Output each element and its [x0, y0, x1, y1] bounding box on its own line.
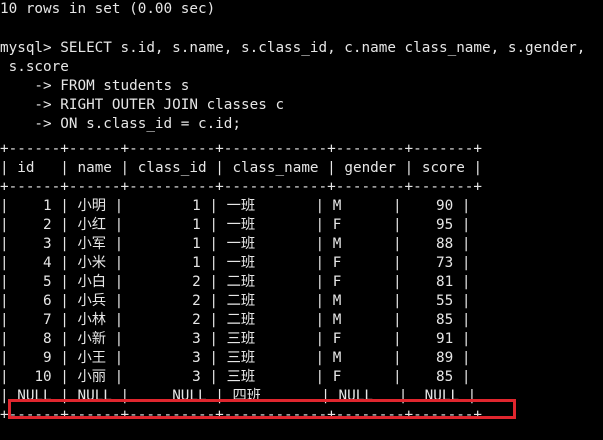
cell-id: 3 [43, 236, 52, 252]
cell-gender: M [332, 293, 342, 309]
cell-id: 4 [43, 255, 52, 271]
cell-class_id: 1 [192, 198, 201, 214]
table-row: | 2 | 小红 | 1 | 一班 | F | 95 | [0, 217, 471, 233]
table-row: | 9 | 小王 | 3 | 三班 | M | 89 | [0, 350, 471, 366]
query-line-5: -> ON s.class_id = c.id; [0, 116, 242, 132]
cell-name: 小新 [77, 331, 107, 347]
table-row: | 6 | 小兵 | 2 | 二班 | M | 55 | [0, 293, 471, 309]
cell-score: 81 [436, 274, 454, 290]
table-header-row: | id | name | class_id | class_name | ge… [0, 160, 483, 176]
cell-class_name: 二班 [226, 274, 256, 290]
cell-class_id: 1 [192, 236, 201, 252]
query-line-1: mysql> SELECT s.id, s.name, s.class_id, … [0, 40, 586, 56]
column-header-id: id [17, 160, 35, 176]
cell-name: 小林 [77, 312, 107, 328]
cell-class_name: 二班 [226, 293, 256, 309]
column-header-name: name [77, 160, 112, 176]
table-row: | 10 | 小丽 | 3 | 三班 | F | 85 | [0, 369, 471, 385]
cell-class_name: 一班 [226, 217, 256, 233]
cell-id: 5 [43, 274, 52, 290]
cell-class_name: 三班 [226, 350, 256, 366]
cell-name: NULL [77, 388, 112, 404]
cell-class_id: 2 [192, 274, 201, 290]
cell-class_id: 3 [192, 369, 201, 385]
cell-class_id: 2 [192, 293, 201, 309]
cell-gender: M [332, 236, 342, 252]
cell-id: 2 [43, 217, 52, 233]
query-line-2: s.score [0, 59, 69, 75]
cell-class_name: 一班 [226, 255, 256, 271]
result-table: +------+------+----------+------------+-… [0, 140, 482, 425]
cell-id: 10 [34, 369, 52, 385]
cell-score: 89 [436, 350, 454, 366]
cell-name: 小军 [77, 236, 107, 252]
cell-score: 90 [436, 198, 454, 214]
cell-score: 91 [436, 331, 454, 347]
table-row: | 1 | 小明 | 1 | 一班 | M | 90 | [0, 198, 471, 214]
table-row: | 3 | 小军 | 1 | 一班 | M | 88 | [0, 236, 471, 252]
cell-id: 7 [43, 312, 52, 328]
cell-class_id: 3 [192, 331, 201, 347]
cell-name: 小王 [77, 350, 107, 366]
table-row: | 5 | 小白 | 2 | 二班 | F | 81 | [0, 274, 471, 290]
cell-gender: F [332, 274, 342, 290]
query-line-4: -> RIGHT OUTER JOIN classes c [0, 97, 285, 113]
cell-gender: F [332, 255, 342, 271]
cell-score: NULL [424, 388, 460, 404]
column-header-score: score [421, 160, 465, 176]
cell-score: 85 [436, 312, 454, 328]
cell-gender: M [332, 312, 342, 328]
cell-name: 小明 [77, 198, 107, 214]
cell-score: 55 [436, 293, 454, 309]
cell-name: 小米 [77, 255, 107, 271]
cell-gender: NULL [338, 388, 373, 404]
cell-name: 小红 [77, 217, 107, 233]
cell-gender: F [332, 217, 342, 233]
table-row: | 7 | 小林 | 2 | 二班 | M | 85 | [0, 312, 471, 328]
query-line-3: -> FROM students s [0, 78, 190, 94]
cell-score: 95 [436, 217, 454, 233]
column-header-gender: gender [344, 160, 397, 176]
cell-id: 1 [43, 198, 52, 214]
cell-gender: F [332, 331, 342, 347]
cell-class_name: 二班 [226, 312, 256, 328]
result-summary: 10 rows in set (0.00 sec) [0, 1, 216, 17]
cell-class_id: 3 [192, 350, 201, 366]
cell-score: 85 [436, 369, 454, 385]
table-border-header: +------+------+----------+------------+-… [0, 179, 483, 195]
table-row: | NULL | NULL | NULL | 四班 | NULL | NULL … [0, 388, 477, 404]
table-row: | 8 | 小新 | 3 | 三班 | F | 91 | [0, 331, 471, 347]
column-header-class_name: class_name [232, 160, 319, 176]
terminal-window[interactable]: 10 rows in set (0.00 sec) mysql> SELECT … [0, 0, 603, 440]
cell-id: 6 [43, 293, 52, 309]
cell-gender: F [332, 369, 342, 385]
table-border-top: +------+------+----------+------------+-… [0, 141, 483, 157]
cell-name: 小白 [77, 274, 107, 290]
cell-class_id: 1 [192, 255, 201, 271]
cell-name: 小丽 [77, 369, 107, 385]
cell-gender: M [332, 198, 342, 214]
cell-score: 73 [436, 255, 454, 271]
cell-class_id: NULL [172, 388, 207, 404]
cell-gender: M [332, 350, 342, 366]
cell-class_name: 三班 [226, 331, 256, 347]
column-header-class_id: class_id [137, 160, 207, 176]
cell-class_name: 一班 [226, 236, 256, 252]
table-border-bottom: +------+------+----------+------------+-… [0, 407, 483, 423]
cell-score: 88 [436, 236, 454, 252]
cell-class_id: 2 [192, 312, 201, 328]
cell-id: 9 [43, 350, 52, 366]
cell-name: 小兵 [77, 293, 107, 309]
cell-id: 8 [43, 331, 52, 347]
cell-class_name: 四班 [232, 388, 262, 404]
cell-class_name: 一班 [226, 198, 256, 214]
cell-class_id: 1 [192, 217, 201, 233]
table-row: | 4 | 小米 | 1 | 一班 | F | 73 | [0, 255, 471, 271]
cell-id: NULL [17, 388, 52, 404]
cell-class_name: 三班 [226, 369, 256, 385]
